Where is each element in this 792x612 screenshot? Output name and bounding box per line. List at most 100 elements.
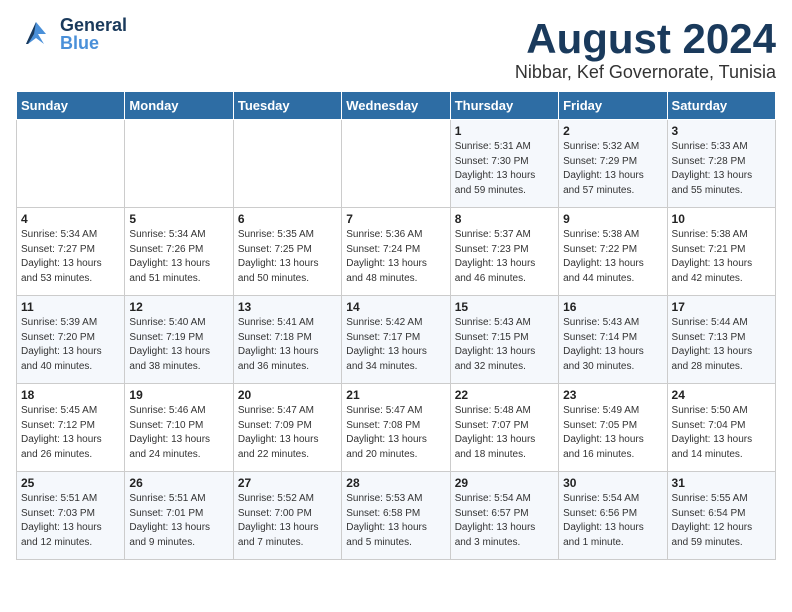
calendar-cell: 15 Sunrise: 5:43 AM Sunset: 7:15 PM Dayli… (450, 296, 558, 384)
calendar-header-row: SundayMondayTuesdayWednesdayThursdayFrid… (17, 92, 776, 120)
calendar-cell: 27 Sunrise: 5:52 AM Sunset: 7:00 PM Dayli… (233, 472, 341, 560)
day-number: 13 (238, 300, 337, 314)
logo-text: General Blue (60, 16, 127, 52)
cell-content: Sunrise: 5:45 AM Sunset: 7:12 PM Dayligh… (21, 404, 120, 462)
cell-content: Sunrise: 5:51 AM Sunset: 7:03 PM Dayligh… (21, 492, 120, 550)
calendar-cell: 31 Sunrise: 5:55 AM Sunset: 6:54 PM Dayli… (667, 472, 775, 560)
calendar-cell: 6 Sunrise: 5:35 AM Sunset: 7:25 PM Daylig… (233, 208, 341, 296)
day-number: 14 (346, 300, 445, 314)
calendar-week-row: 11Sunrise: 5:39 AM Sunset: 7:20 PM Dayli… (17, 296, 776, 384)
cell-content: Sunrise: 5:42 AM Sunset: 7:17 PM Dayligh… (346, 316, 445, 374)
day-header-friday: Friday (559, 92, 667, 120)
day-header-saturday: Saturday (667, 92, 775, 120)
cell-content: Sunrise: 5:39 AM Sunset: 7:20 PM Dayligh… (21, 316, 120, 374)
day-number: 1 (455, 124, 554, 138)
cell-content: Sunrise: 5:49 AM Sunset: 7:05 PM Dayligh… (563, 404, 662, 462)
cell-content: Sunrise: 5:31 AM Sunset: 7:30 PM Dayligh… (455, 140, 554, 198)
day-header-monday: Monday (125, 92, 233, 120)
cell-content: Sunrise: 5:43 AM Sunset: 7:14 PM Dayligh… (563, 316, 662, 374)
cell-content: Sunrise: 5:43 AM Sunset: 7:15 PM Dayligh… (455, 316, 554, 374)
day-number: 6 (238, 212, 337, 226)
calendar-cell (125, 120, 233, 208)
day-number: 2 (563, 124, 662, 138)
calendar-cell (17, 120, 125, 208)
calendar-cell: 11Sunrise: 5:39 AM Sunset: 7:20 PM Dayli… (17, 296, 125, 384)
day-number: 26 (129, 476, 228, 490)
calendar-week-row: 1 Sunrise: 5:31 AM Sunset: 7:30 PM Daylig… (17, 120, 776, 208)
calendar-cell: 28Sunrise: 5:53 AM Sunset: 6:58 PM Dayli… (342, 472, 450, 560)
day-number: 7 (346, 212, 445, 226)
calendar-cell: 26 Sunrise: 5:51 AM Sunset: 7:01 PM Dayli… (125, 472, 233, 560)
day-header-wednesday: Wednesday (342, 92, 450, 120)
day-number: 9 (563, 212, 662, 226)
cell-content: Sunrise: 5:44 AM Sunset: 7:13 PM Dayligh… (672, 316, 771, 374)
calendar-cell: 8Sunrise: 5:37 AM Sunset: 7:23 PM Daylig… (450, 208, 558, 296)
page-header: General Blue August 2024 Nibbar, Kef Gov… (16, 16, 776, 83)
calendar-cell: 5Sunrise: 5:34 AM Sunset: 7:26 PM Daylig… (125, 208, 233, 296)
cell-content: Sunrise: 5:52 AM Sunset: 7:00 PM Dayligh… (238, 492, 337, 550)
logo-general: General (60, 16, 127, 34)
calendar-cell: 2 Sunrise: 5:32 AM Sunset: 7:29 PM Daylig… (559, 120, 667, 208)
cell-content: Sunrise: 5:53 AM Sunset: 6:58 PM Dayligh… (346, 492, 445, 550)
cell-content: Sunrise: 5:47 AM Sunset: 7:09 PM Dayligh… (238, 404, 337, 462)
cell-content: Sunrise: 5:50 AM Sunset: 7:04 PM Dayligh… (672, 404, 771, 462)
calendar-cell: 13 Sunrise: 5:41 AM Sunset: 7:18 PM Dayli… (233, 296, 341, 384)
cell-content: Sunrise: 5:40 AM Sunset: 7:19 PM Dayligh… (129, 316, 228, 374)
calendar-cell: 23 Sunrise: 5:49 AM Sunset: 7:05 PM Dayli… (559, 384, 667, 472)
day-number: 19 (129, 388, 228, 402)
day-number: 27 (238, 476, 337, 490)
day-number: 18 (21, 388, 120, 402)
cell-content: Sunrise: 5:54 AM Sunset: 6:57 PM Dayligh… (455, 492, 554, 550)
day-number: 16 (563, 300, 662, 314)
cell-content: Sunrise: 5:54 AM Sunset: 6:56 PM Dayligh… (563, 492, 662, 550)
logo-bird-icon (16, 16, 56, 52)
cell-content: Sunrise: 5:38 AM Sunset: 7:22 PM Dayligh… (563, 228, 662, 286)
calendar-cell: 19 Sunrise: 5:46 AM Sunset: 7:10 PM Dayli… (125, 384, 233, 472)
cell-content: Sunrise: 5:51 AM Sunset: 7:01 PM Dayligh… (129, 492, 228, 550)
cell-content: Sunrise: 5:46 AM Sunset: 7:10 PM Dayligh… (129, 404, 228, 462)
calendar-cell: 17 Sunrise: 5:44 AM Sunset: 7:13 PM Dayli… (667, 296, 775, 384)
location-title: Nibbar, Kef Governorate, Tunisia (515, 62, 776, 83)
day-number: 24 (672, 388, 771, 402)
day-header-tuesday: Tuesday (233, 92, 341, 120)
calendar-cell: 3 Sunrise: 5:33 AM Sunset: 7:28 PM Daylig… (667, 120, 775, 208)
calendar-cell: 24 Sunrise: 5:50 AM Sunset: 7:04 PM Dayli… (667, 384, 775, 472)
day-number: 22 (455, 388, 554, 402)
calendar-cell: 21 Sunrise: 5:47 AM Sunset: 7:08 PM Dayli… (342, 384, 450, 472)
day-number: 31 (672, 476, 771, 490)
day-number: 25 (21, 476, 120, 490)
day-number: 8 (455, 212, 554, 226)
calendar-week-row: 18 Sunrise: 5:45 AM Sunset: 7:12 PM Dayli… (17, 384, 776, 472)
calendar-cell (233, 120, 341, 208)
cell-content: Sunrise: 5:32 AM Sunset: 7:29 PM Dayligh… (563, 140, 662, 198)
calendar-cell: 18 Sunrise: 5:45 AM Sunset: 7:12 PM Dayli… (17, 384, 125, 472)
day-number: 15 (455, 300, 554, 314)
cell-content: Sunrise: 5:33 AM Sunset: 7:28 PM Dayligh… (672, 140, 771, 198)
day-number: 21 (346, 388, 445, 402)
calendar-table: SundayMondayTuesdayWednesdayThursdayFrid… (16, 91, 776, 560)
day-header-sunday: Sunday (17, 92, 125, 120)
cell-content: Sunrise: 5:47 AM Sunset: 7:08 PM Dayligh… (346, 404, 445, 462)
cell-content: Sunrise: 5:55 AM Sunset: 6:54 PM Dayligh… (672, 492, 771, 550)
calendar-cell: 12Sunrise: 5:40 AM Sunset: 7:19 PM Dayli… (125, 296, 233, 384)
cell-content: Sunrise: 5:48 AM Sunset: 7:07 PM Dayligh… (455, 404, 554, 462)
calendar-cell: 22 Sunrise: 5:48 AM Sunset: 7:07 PM Dayli… (450, 384, 558, 472)
cell-content: Sunrise: 5:35 AM Sunset: 7:25 PM Dayligh… (238, 228, 337, 286)
day-header-thursday: Thursday (450, 92, 558, 120)
day-number: 30 (563, 476, 662, 490)
cell-content: Sunrise: 5:34 AM Sunset: 7:27 PM Dayligh… (21, 228, 120, 286)
calendar-cell: 4Sunrise: 5:34 AM Sunset: 7:27 PM Daylig… (17, 208, 125, 296)
cell-content: Sunrise: 5:41 AM Sunset: 7:18 PM Dayligh… (238, 316, 337, 374)
cell-content: Sunrise: 5:36 AM Sunset: 7:24 PM Dayligh… (346, 228, 445, 286)
calendar-cell: 10Sunrise: 5:38 AM Sunset: 7:21 PM Dayli… (667, 208, 775, 296)
calendar-cell: 1 Sunrise: 5:31 AM Sunset: 7:30 PM Daylig… (450, 120, 558, 208)
calendar-cell: 25 Sunrise: 5:51 AM Sunset: 7:03 PM Dayli… (17, 472, 125, 560)
logo: General Blue (16, 16, 127, 52)
day-number: 3 (672, 124, 771, 138)
calendar-cell: 7 Sunrise: 5:36 AM Sunset: 7:24 PM Daylig… (342, 208, 450, 296)
title-block: August 2024 Nibbar, Kef Governorate, Tun… (515, 16, 776, 83)
day-number: 5 (129, 212, 228, 226)
day-number: 17 (672, 300, 771, 314)
day-number: 23 (563, 388, 662, 402)
calendar-cell: 30 Sunrise: 5:54 AM Sunset: 6:56 PM Dayli… (559, 472, 667, 560)
